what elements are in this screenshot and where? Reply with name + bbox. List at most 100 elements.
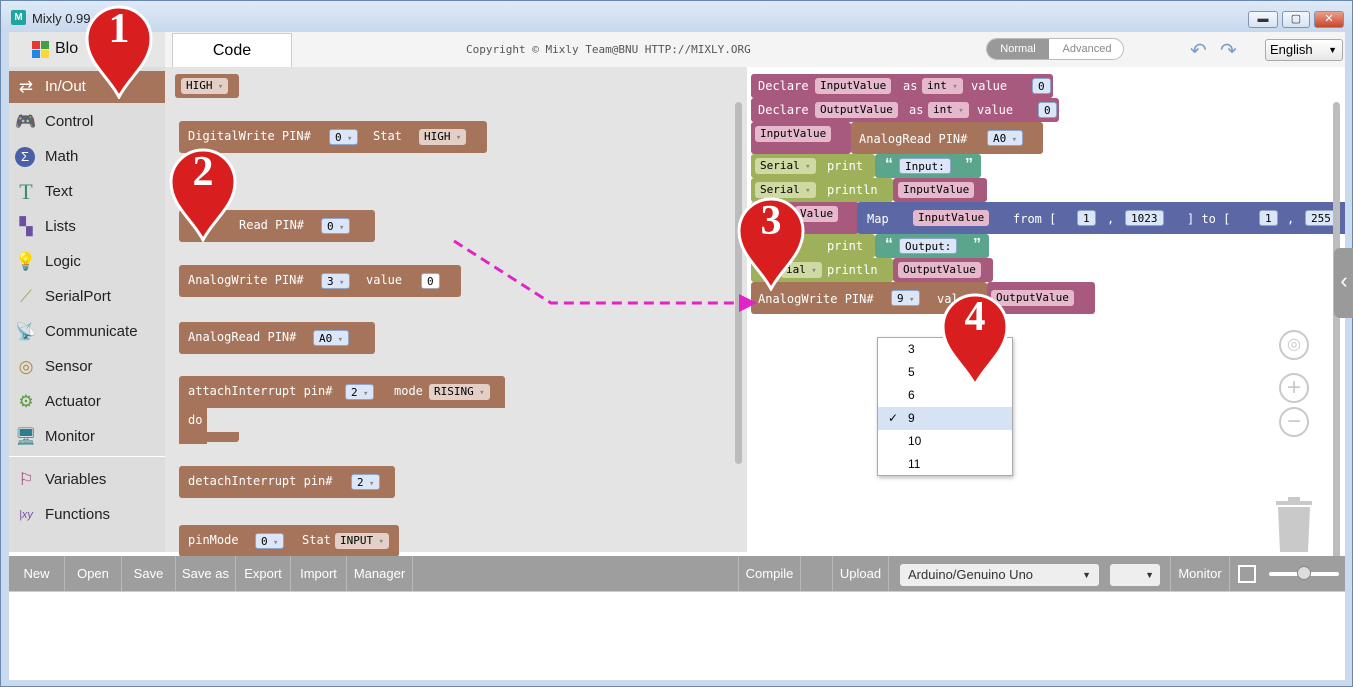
var-name-field[interactable]: InputValue bbox=[898, 182, 975, 198]
set-input-block[interactable]: InputValue bbox=[751, 122, 851, 154]
swap-arrows-icon: ⇄ bbox=[18, 77, 34, 96]
high-dropdown[interactable]: HIGH bbox=[181, 78, 229, 94]
number-field[interactable]: 1023 bbox=[1125, 210, 1164, 226]
category-logic[interactable]: 💡 Logic bbox=[9, 246, 165, 278]
category-sensor[interactable]: ◎ Sensor bbox=[9, 351, 165, 383]
category-functions[interactable]: |xy Functions bbox=[9, 499, 165, 531]
maximize-button[interactable]: ▢ bbox=[1282, 11, 1310, 28]
stat-dropdown[interactable]: INPUT bbox=[335, 533, 389, 549]
port-select[interactable]: ▼ bbox=[1110, 564, 1160, 586]
text-output-block[interactable]: “ Output: ” bbox=[875, 234, 989, 258]
pin-dropdown[interactable]: 9 bbox=[891, 290, 921, 306]
category-variables[interactable]: ⚐ Variables bbox=[9, 464, 165, 496]
tab-code[interactable]: Code bbox=[172, 33, 292, 67]
category-monitor[interactable]: 🖥 Monitor bbox=[9, 421, 165, 453]
category-communicate[interactable]: 📡 Communicate bbox=[9, 316, 165, 348]
pin-dropdown[interactable]: 0 bbox=[329, 129, 359, 145]
value-input[interactable]: 0 bbox=[421, 273, 440, 289]
category-text[interactable]: T Text bbox=[9, 176, 165, 208]
text-input-block[interactable]: “ Input: ” bbox=[875, 154, 981, 178]
blocks-workspace[interactable]: Declare InputValue as int value 0 Declar… bbox=[747, 67, 1345, 552]
category-control[interactable]: 🎮 Control bbox=[9, 106, 165, 138]
number-field[interactable]: 1 bbox=[1259, 210, 1278, 226]
category-lists[interactable]: ▚ Lists bbox=[9, 211, 165, 243]
declare-output-block[interactable]: Declare OutputValue as int value 0 bbox=[751, 98, 1059, 122]
category-label: Lists bbox=[45, 218, 76, 235]
undo-icon[interactable]: ↶ bbox=[1190, 38, 1207, 63]
upload-button[interactable]: Upload bbox=[833, 556, 889, 591]
category-label: SerialPort bbox=[45, 288, 111, 305]
recenter-icon[interactable]: ◎ bbox=[1279, 330, 1309, 360]
stat-dropdown[interactable]: HIGH bbox=[419, 129, 467, 145]
pin-dropdown[interactable]: 3 bbox=[321, 273, 351, 289]
language-select[interactable]: English ▼ bbox=[1265, 39, 1343, 61]
save-as-button[interactable]: Save as bbox=[176, 556, 236, 591]
map-block[interactable]: Map InputValue from [ 1 , 1023 ] to [ 1 … bbox=[857, 202, 1345, 234]
var-get-block[interactable]: InputValue bbox=[893, 178, 987, 202]
close-button[interactable]: ✕ bbox=[1314, 11, 1344, 28]
var-get-block-2[interactable]: OutputValue bbox=[893, 258, 993, 282]
serial-dropdown[interactable]: Serial bbox=[755, 158, 816, 174]
var-name-field[interactable]: OutputValue bbox=[898, 262, 981, 278]
side-panel-toggle[interactable]: ‹ bbox=[1334, 248, 1353, 318]
analogread-block[interactable]: AnalogRead PIN# A0 bbox=[851, 122, 1043, 154]
save-button[interactable]: Save bbox=[122, 556, 176, 591]
export-button[interactable]: Export bbox=[236, 556, 291, 591]
pin-dropdown[interactable]: 2 bbox=[345, 384, 375, 400]
flyout-block-attachinterrupt[interactable]: attachInterrupt pin# 2 mode RISING bbox=[179, 376, 505, 408]
workspace-scrollbar-vertical[interactable] bbox=[1333, 102, 1340, 567]
chip-icon[interactable] bbox=[1238, 565, 1256, 583]
category-math[interactable]: Σ Math bbox=[9, 141, 165, 173]
mode-toggle[interactable]: Normal Advanced bbox=[986, 38, 1124, 60]
chevron-down-icon: ▼ bbox=[1145, 570, 1154, 580]
flyout-block-analogread[interactable]: AnalogRead PIN# A0 bbox=[179, 322, 375, 354]
category-serialport[interactable]: ⟋ SerialPort bbox=[9, 281, 165, 313]
category-actuator[interactable]: ⚙ Actuator bbox=[9, 386, 165, 418]
new-button[interactable]: New bbox=[9, 556, 65, 591]
zoom-in-icon[interactable]: + bbox=[1279, 373, 1309, 403]
var-name-field[interactable]: InputValue bbox=[913, 210, 990, 226]
flyout-block-detachinterrupt[interactable]: detachInterrupt pin# 2 bbox=[179, 466, 395, 498]
mode-normal-button[interactable]: Normal bbox=[987, 39, 1049, 59]
pin-dropdown[interactable]: A0 bbox=[313, 330, 350, 346]
dropdown-option[interactable]: 10 bbox=[878, 430, 1012, 453]
number-field[interactable]: 0 bbox=[1038, 102, 1057, 118]
import-button[interactable]: Import bbox=[291, 556, 347, 591]
marker-number: 2 bbox=[192, 149, 214, 195]
text-field[interactable]: Input: bbox=[899, 158, 951, 174]
dropdown-option-selected[interactable]: ✓ 9 bbox=[878, 407, 1012, 430]
flyout-block-pinmode[interactable]: pinMode 0 Stat INPUT bbox=[179, 525, 399, 557]
zoom-out-icon[interactable]: − bbox=[1279, 407, 1309, 437]
text-field[interactable]: Output: bbox=[899, 238, 958, 254]
number-field[interactable]: 0 bbox=[1032, 78, 1051, 94]
type-dropdown[interactable]: int bbox=[922, 78, 963, 94]
declare-input-block[interactable]: Declare InputValue as int value 0 bbox=[751, 74, 1053, 98]
manager-button[interactable]: Manager bbox=[347, 556, 413, 591]
var-name-field[interactable]: OutputValue bbox=[815, 102, 898, 118]
mode-dropdown[interactable]: RISING bbox=[429, 384, 490, 400]
monitor-button[interactable]: Monitor bbox=[1170, 556, 1230, 591]
output-console[interactable] bbox=[9, 591, 1345, 680]
dropdown-option[interactable]: 11 bbox=[878, 453, 1012, 476]
board-select[interactable]: Arduino/Genuino Uno ▼ bbox=[900, 564, 1099, 586]
pin-dropdown[interactable]: 2 bbox=[351, 474, 381, 490]
attachinterrupt-foot bbox=[179, 432, 239, 442]
minimize-button[interactable]: ▬ bbox=[1248, 11, 1278, 28]
pin-dropdown[interactable]: A0 bbox=[987, 130, 1024, 146]
flyout-block-high[interactable]: HIGH bbox=[175, 74, 239, 98]
open-button[interactable]: Open bbox=[65, 556, 122, 591]
pin-dropdown[interactable]: 0 bbox=[255, 533, 285, 549]
flyout-block-analogwrite[interactable]: AnalogWrite PIN# 3 value 0 bbox=[179, 265, 461, 297]
mode-advanced-button[interactable]: Advanced bbox=[1049, 39, 1123, 59]
type-dropdown[interactable]: int bbox=[928, 102, 969, 118]
pin-dropdown[interactable]: 0 bbox=[321, 218, 351, 234]
trash-icon[interactable] bbox=[1275, 497, 1313, 552]
zoom-slider-handle[interactable] bbox=[1297, 566, 1311, 580]
redo-icon[interactable]: ↷ bbox=[1220, 38, 1237, 63]
number-field[interactable]: 1 bbox=[1077, 210, 1096, 226]
var-name-field[interactable]: InputValue bbox=[815, 78, 892, 94]
quote-open-icon: “ bbox=[885, 156, 893, 173]
serial-print-block[interactable]: Serial print bbox=[751, 154, 875, 178]
compile-button[interactable]: Compile bbox=[738, 556, 801, 591]
var-name-field[interactable]: InputValue bbox=[755, 126, 832, 142]
